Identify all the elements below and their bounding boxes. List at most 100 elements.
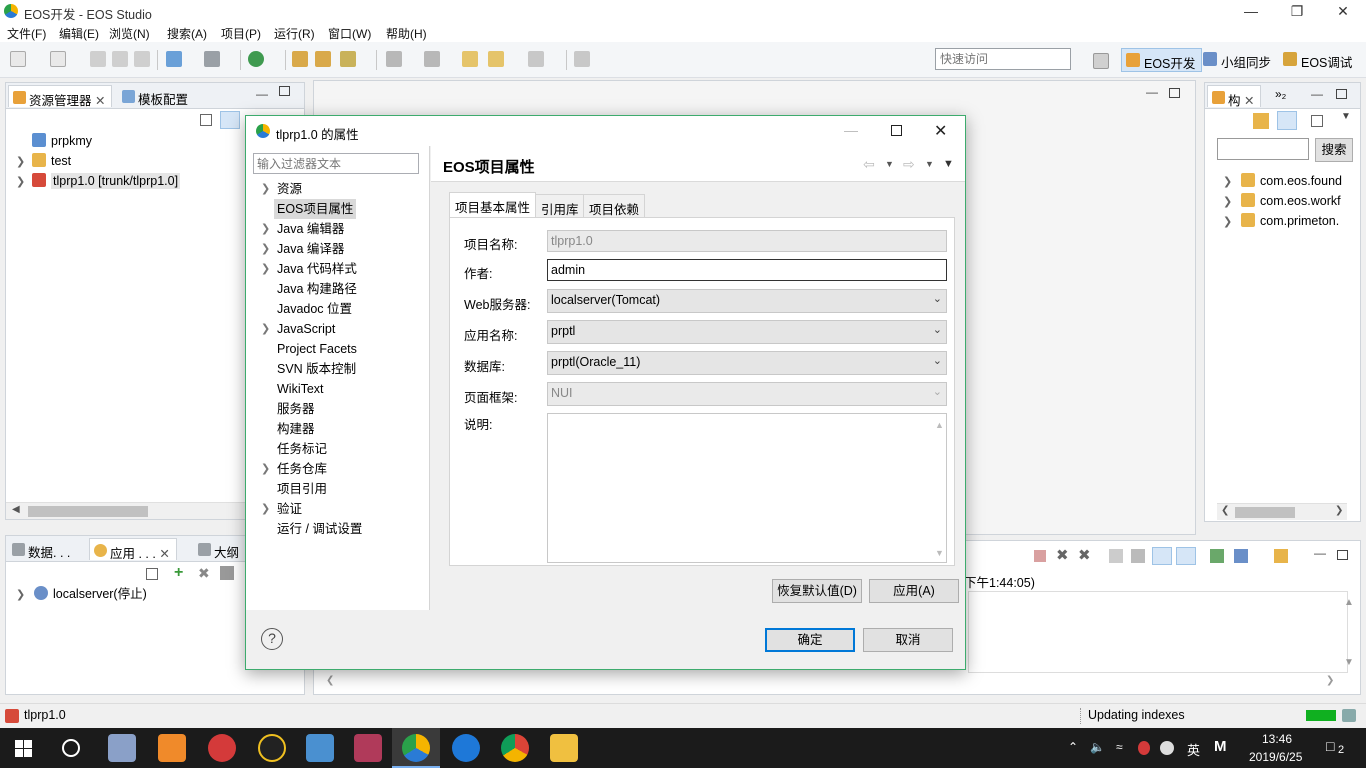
pin-icon[interactable] [574, 51, 590, 67]
maximize-console-icon[interactable] [1337, 550, 1348, 560]
nav-item-task-tags[interactable]: 任务标记 [246, 439, 430, 459]
collapse-icon[interactable] [146, 568, 158, 580]
open-console-icon[interactable] [1274, 549, 1288, 563]
chevron-right-icon[interactable]: ❯ [1223, 212, 1241, 231]
minimize-outline-icon[interactable]: — [1311, 87, 1323, 101]
chevron-right-icon[interactable]: ❯ [16, 585, 34, 605]
tab-outline[interactable]: 大纲 [194, 538, 245, 560]
save-all-icon[interactable] [112, 51, 128, 67]
perspective-team-sync[interactable]: 小组同步 [1199, 48, 1277, 72]
scroll-up-icon[interactable]: ▲ [1344, 597, 1354, 608]
back-dropdown-icon[interactable]: ▼ [885, 159, 894, 169]
scroll-lock-icon[interactable] [1131, 549, 1145, 563]
volume-icon[interactable]: 🔈 [1090, 740, 1105, 754]
last-edit-icon[interactable] [462, 51, 478, 67]
dialog-minimize-button[interactable]: — [844, 122, 858, 138]
nav-item-java-editor[interactable]: ❯ Java 编辑器 [246, 219, 430, 239]
qq-tray-icon[interactable] [1138, 741, 1150, 755]
tab-template-config[interactable]: 模板配置 [118, 85, 194, 107]
scroll-right-icon[interactable]: ❯ [1326, 675, 1334, 686]
menu-file[interactable]: 文件(F) [7, 25, 46, 42]
minimize-console-icon[interactable]: — [1314, 546, 1326, 560]
search-icon[interactable] [62, 739, 80, 757]
menu-search[interactable]: 搜索(A) [167, 25, 207, 42]
minimize-button[interactable]: — [1228, 0, 1274, 22]
ime-indicator[interactable]: 英 [1187, 740, 1200, 759]
run-icon[interactable] [248, 51, 264, 67]
forward-nav-icon[interactable]: ⇨ [903, 156, 915, 173]
new-icon[interactable] [10, 51, 26, 67]
tab-resource-manager[interactable]: 资源管理器 ✕ [8, 85, 113, 108]
chevron-right-icon[interactable]: ❯ [1223, 172, 1241, 191]
filter-input[interactable] [253, 153, 419, 174]
open-perspective-icon[interactable] [1093, 53, 1109, 69]
console-output[interactable] [968, 591, 1348, 673]
menu-run[interactable]: 运行(R) [274, 25, 315, 42]
tree-item-prpkmy[interactable]: prpkmy [16, 131, 92, 151]
chevron-right-icon[interactable]: ❯ [261, 179, 270, 199]
clear-console-icon[interactable] [1109, 549, 1123, 563]
tab-application[interactable]: 应用 . . . ✕ [89, 538, 177, 561]
scroll-down-icon[interactable]: ▼ [1344, 657, 1354, 668]
ok-button[interactable]: 确定 [765, 628, 855, 652]
chevron-right-icon[interactable]: ❯ [261, 259, 270, 279]
view-menu-icon[interactable]: ▼ [1341, 111, 1351, 122]
collapse-icon[interactable] [1311, 115, 1323, 127]
dialog-close-button[interactable]: ✕ [934, 121, 947, 141]
chevron-right-icon[interactable]: ❯ [261, 219, 270, 239]
pin-console-icon[interactable] [1210, 549, 1224, 563]
app-name-select[interactable]: prptl ⌄ [547, 320, 947, 344]
qq-app-icon[interactable] [258, 734, 286, 762]
outline-hscroll[interactable]: ❮ ❯ [1217, 503, 1347, 520]
tree-item-test[interactable]: ❯ test [16, 151, 71, 171]
nav-item-builders[interactable]: 构建器 [246, 419, 430, 439]
nav-item-java-compiler[interactable]: ❯ Java 编译器 [246, 239, 430, 259]
apply-button[interactable]: 应用(A) [869, 579, 959, 603]
db-app-icon[interactable] [354, 734, 382, 762]
link-editor-icon[interactable] [220, 111, 240, 129]
tools-icon[interactable] [204, 51, 220, 67]
scroll-thumb[interactable] [1235, 507, 1295, 518]
nav-item-resource[interactable]: ❯ 资源 [246, 179, 430, 199]
help-icon[interactable]: ? [261, 628, 283, 650]
nav-item-svn[interactable]: SVN 版本控制 [246, 359, 430, 379]
nav-item-wikitext[interactable]: WikiText [246, 379, 430, 399]
cancel-button[interactable]: 取消 [863, 628, 953, 652]
nav-item-task-repo[interactable]: ❯ 任务仓库 [246, 459, 430, 479]
build-icon[interactable] [166, 51, 182, 67]
network-icon[interactable]: ≈ [1116, 740, 1123, 754]
maximize-panel-icon[interactable] [279, 86, 290, 96]
close-tab-icon[interactable]: ✕ [159, 547, 169, 561]
tab-data[interactable]: 数据. . . [8, 538, 76, 560]
chevron-right-icon[interactable]: ❯ [16, 172, 32, 192]
outline-item[interactable]: ❯ com.primeton. [1223, 211, 1360, 231]
restore-button[interactable]: ❐ [1274, 0, 1320, 22]
link-icon[interactable] [1277, 111, 1297, 130]
menu-window[interactable]: 窗口(W) [328, 25, 371, 42]
chevron-down-icon[interactable]: ⌄ [933, 292, 942, 305]
folder-icon[interactable] [1253, 113, 1269, 129]
media-app-icon[interactable] [208, 734, 236, 762]
prev-annotation-icon[interactable] [424, 51, 440, 67]
nav-item-eos-project[interactable]: EOS项目属性 [246, 199, 430, 219]
nav-item-server[interactable]: 服务器 [246, 399, 430, 419]
outline-search-button[interactable]: 搜索 [1315, 138, 1353, 162]
chevron-down-icon[interactable]: ⌄ [933, 354, 942, 367]
minimize-panel-icon[interactable]: — [256, 87, 268, 101]
sogou-app-icon[interactable] [452, 734, 480, 762]
tray-app-icon[interactable] [1160, 741, 1174, 755]
display-console-icon[interactable] [1234, 549, 1248, 563]
description-textarea[interactable] [547, 413, 947, 563]
menu-navigate[interactable]: 浏览(N) [109, 25, 150, 42]
chevron-right-icon[interactable]: ❯ [1223, 192, 1241, 211]
remove-launch-icon[interactable]: ✖ [1056, 546, 1069, 564]
nav-item-java-build-path[interactable]: Java 构建路径 [246, 279, 430, 299]
nav-item-project-refs[interactable]: 项目引用 [246, 479, 430, 499]
scroll-thumb[interactable] [28, 506, 148, 517]
outline-item[interactable]: ❯ com.eos.workf [1223, 191, 1360, 211]
perspective-eos-debug[interactable]: EOS调试 [1279, 48, 1358, 72]
scroll-left-icon[interactable]: ❮ [326, 675, 334, 686]
nav-item-project-facets[interactable]: Project Facets [246, 339, 430, 359]
scroll-left-icon[interactable]: ❮ [1221, 505, 1229, 516]
remove-all-icon[interactable]: ✖ [1078, 546, 1091, 564]
